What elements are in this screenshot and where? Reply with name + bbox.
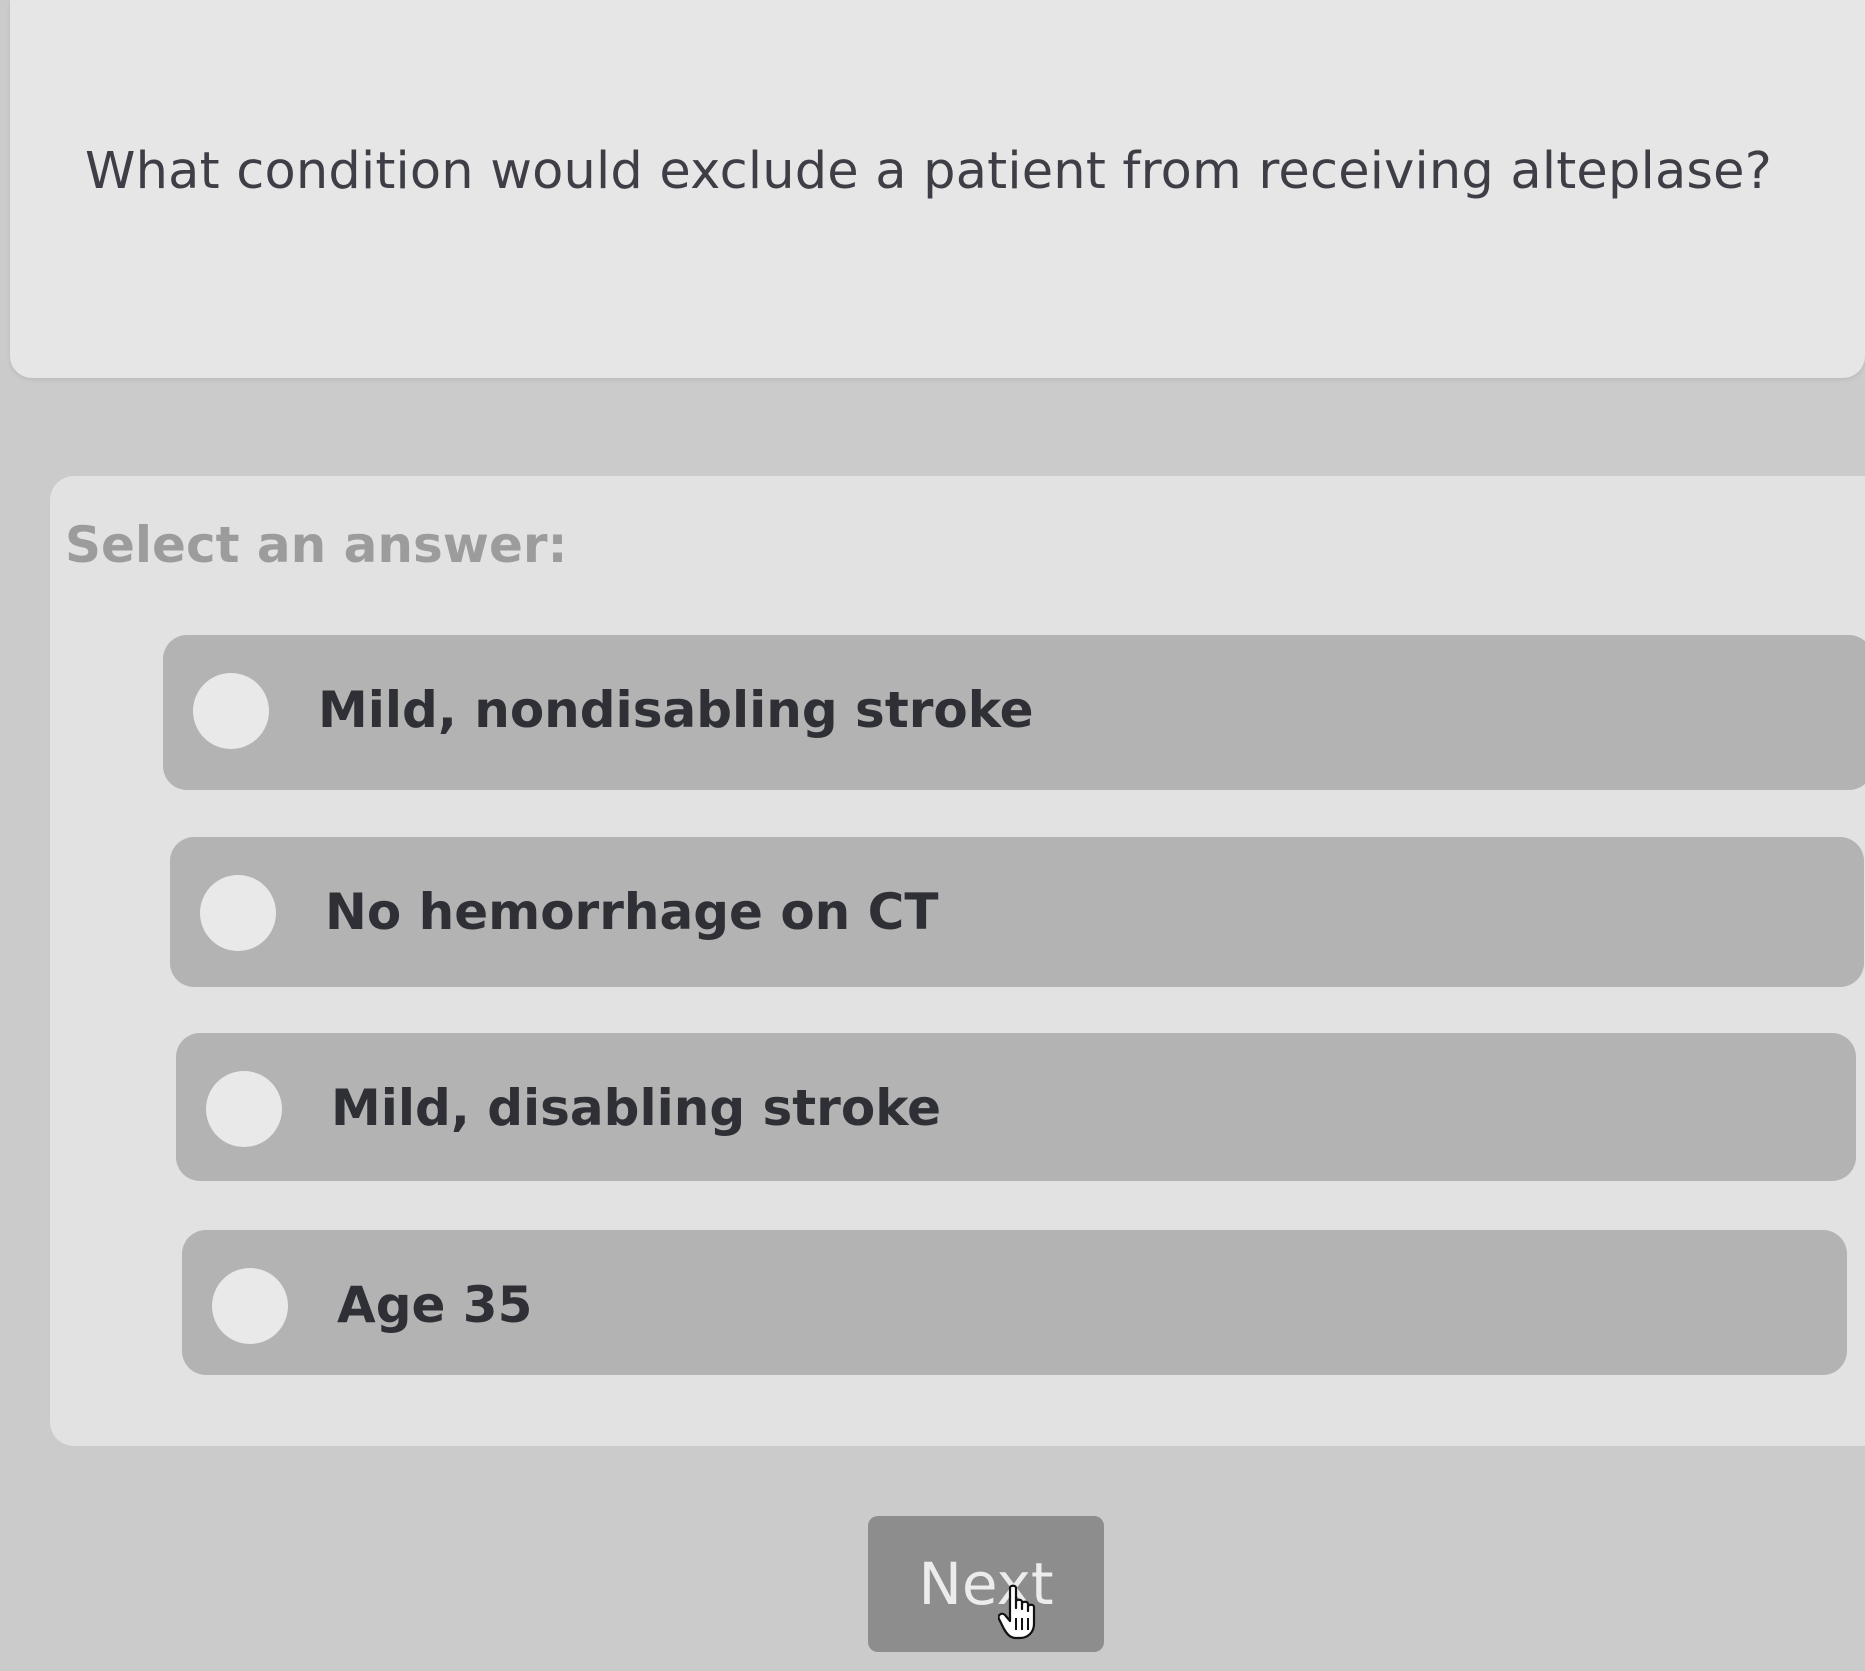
question-text: What condition would exclude a patient f… xyxy=(85,142,1773,201)
answer-option-label: Mild, disabling stroke xyxy=(331,1079,942,1137)
answer-card: Select an answer: Mild, nondisabling str… xyxy=(50,476,1865,1446)
select-answer-label: Select an answer: xyxy=(65,516,568,574)
radio-button-icon[interactable] xyxy=(193,673,269,749)
answer-option-label: Mild, nondisabling stroke xyxy=(318,681,1034,739)
radio-button-icon[interactable] xyxy=(206,1071,282,1147)
next-button[interactable]: Next xyxy=(868,1516,1104,1652)
answer-option-label: Age 35 xyxy=(337,1276,533,1334)
answer-option-label: No hemorrhage on CT xyxy=(325,883,939,941)
question-card: What condition would exclude a patient f… xyxy=(10,0,1865,378)
answer-option-1[interactable]: Mild, nondisabling stroke xyxy=(163,635,1865,790)
radio-button-icon[interactable] xyxy=(212,1268,288,1344)
radio-button-icon[interactable] xyxy=(200,875,276,951)
answer-option-2[interactable]: No hemorrhage on CT xyxy=(170,837,1864,987)
answer-option-4[interactable]: Age 35 xyxy=(182,1230,1847,1375)
answer-option-3[interactable]: Mild, disabling stroke xyxy=(176,1033,1856,1181)
hand-pointer-icon xyxy=(998,1584,1036,1640)
